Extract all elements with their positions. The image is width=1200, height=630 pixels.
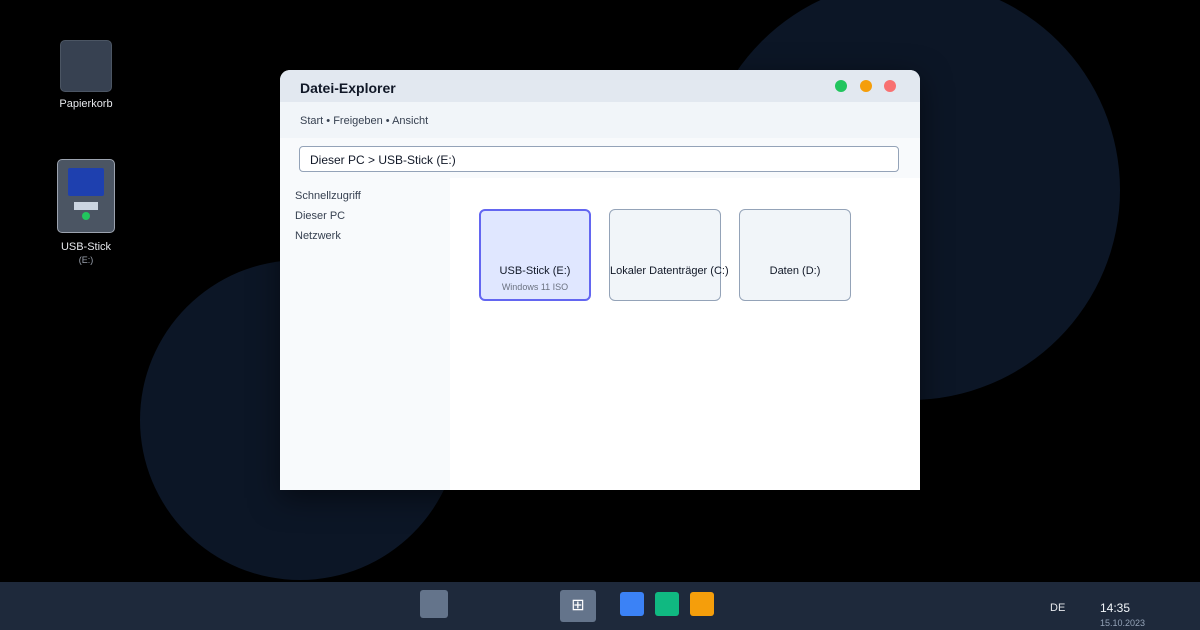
address-bar-area: Dieser PC > USB-Stick (E:) bbox=[280, 138, 920, 178]
ribbon-menu-label[interactable]: Start • Freigeben • Ansicht bbox=[300, 115, 428, 127]
desktop-icon-sublabel: (E:) bbox=[78, 255, 94, 265]
clock-time[interactable]: 14:35 bbox=[1100, 601, 1130, 615]
drive-name: Lokaler Datenträger (C:) bbox=[610, 265, 729, 277]
file-explorer-window: Datei-Explorer Start • Freigeben • Ansic… bbox=[280, 70, 920, 490]
navigation-pane: Schnellzugriff Dieser PC Netzwerk bbox=[280, 178, 450, 490]
trash-icon bbox=[60, 40, 112, 92]
address-bar[interactable]: Dieser PC > USB-Stick (E:) bbox=[299, 146, 899, 172]
taskbar: ⊞ DE 14:35 15.10.2023 bbox=[0, 582, 1200, 630]
browser-app-icon[interactable] bbox=[620, 592, 644, 616]
ribbon-menu[interactable]: Start • Freigeben • Ansicht bbox=[280, 102, 920, 138]
clock-date[interactable]: 15.10.2023 bbox=[1100, 618, 1145, 628]
desktop-icon-label: Papierkorb bbox=[59, 98, 113, 110]
search-icon[interactable] bbox=[420, 590, 448, 618]
window-controls bbox=[827, 80, 896, 98]
maximize-button[interactable] bbox=[835, 80, 848, 92]
language-indicator[interactable]: DE bbox=[1050, 602, 1065, 614]
green-app-icon[interactable] bbox=[655, 592, 679, 616]
window-titlebar[interactable]: Datei-Explorer bbox=[280, 70, 920, 102]
desktop: Papierkorb USB-Stick (E:) Datei-Explorer… bbox=[0, 0, 1200, 630]
content-pane: USB-Stick (E:) Windows 11 ISO Lokaler Da… bbox=[450, 178, 920, 490]
window-title: Datei-Explorer bbox=[300, 80, 396, 96]
drive-description: Windows 11 ISO bbox=[501, 282, 569, 292]
nav-item-network[interactable]: Netzwerk bbox=[295, 230, 341, 242]
drive-name: USB-Stick (E:) bbox=[499, 265, 571, 277]
drive-tile-usb[interactable]: USB-Stick (E:) Windows 11 ISO bbox=[479, 209, 591, 301]
desktop-icon-usb-stick[interactable]: USB-Stick (E:) bbox=[46, 159, 126, 265]
minimize-button[interactable] bbox=[859, 80, 872, 92]
desktop-icon-label: USB-Stick bbox=[60, 241, 112, 253]
drive-tile-local-c[interactable]: Lokaler Datenträger (C:) bbox=[609, 209, 729, 301]
windows-start-icon[interactable]: ⊞ bbox=[560, 590, 596, 622]
nav-item-this-pc[interactable]: Dieser PC bbox=[295, 210, 345, 222]
usb-drive-icon bbox=[57, 159, 115, 233]
close-button[interactable] bbox=[884, 80, 896, 92]
orange-app-icon[interactable] bbox=[690, 592, 714, 616]
drive-name: Daten (D:) bbox=[769, 265, 821, 277]
nav-item-quick-access[interactable]: Schnellzugriff bbox=[295, 190, 361, 202]
drive-tile-data-d[interactable]: Daten (D:) bbox=[739, 209, 851, 301]
desktop-icon-recycle-bin[interactable]: Papierkorb bbox=[46, 40, 126, 110]
